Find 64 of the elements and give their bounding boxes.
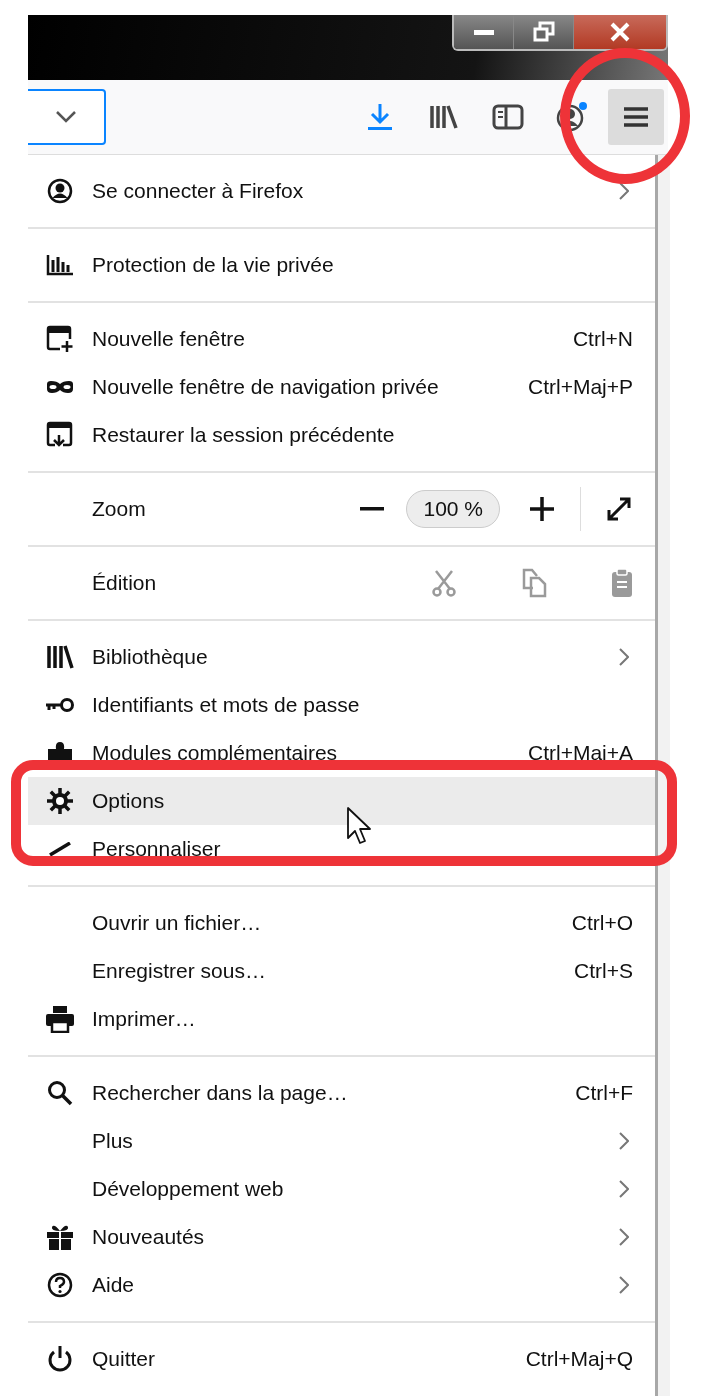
menu-item[interactable]: Nouvelle fenêtre de navigation privée Ctrl+Maj+P (28, 363, 655, 411)
help-icon (47, 1272, 73, 1298)
menu-item[interactable]: Protection de la vie privée (28, 241, 655, 289)
chevron-down-icon (55, 110, 77, 124)
menu-icon (623, 106, 649, 128)
mouse-cursor-icon (346, 806, 372, 846)
restore-icon (532, 21, 555, 43)
minimize-button[interactable] (454, 15, 514, 49)
chevron-right-icon (619, 1180, 629, 1198)
edit-label: Édition (92, 571, 157, 595)
account-icon (556, 102, 588, 132)
clipboard-icon (611, 568, 633, 598)
menu-item[interactable]: Se connecter à Firefox (28, 167, 655, 215)
menu-button[interactable] (608, 89, 664, 145)
menu-item[interactable]: Aide (28, 1261, 655, 1309)
chevron-right-icon (619, 182, 629, 200)
menu-item[interactable]: Ouvrir un fichier… Ctrl+O (28, 899, 655, 947)
menu-item[interactable]: Nouveautés (28, 1213, 655, 1261)
menu-item[interactable]: Enregistrer sous… Ctrl+S (28, 947, 655, 995)
gear-icon (46, 787, 74, 815)
zoom-reset-button[interactable]: 100 % (406, 490, 500, 528)
menu-item[interactable]: Restaurer la session précédente (28, 411, 655, 459)
menu-item[interactable]: Personnaliser (28, 825, 655, 873)
menu-item[interactable]: Imprimer… (28, 995, 655, 1043)
expand-icon (605, 495, 633, 523)
chevron-right-icon (619, 1132, 629, 1150)
menu-item[interactable]: Nouvelle fenêtre Ctrl+N (28, 315, 655, 363)
menu-item[interactable]: Rechercher dans la page… Ctrl+F (28, 1069, 655, 1117)
minus-icon (360, 507, 385, 511)
zoom-label: Zoom (92, 497, 146, 521)
chevron-right-icon (619, 648, 629, 666)
menu-item[interactable]: Développement web (28, 1165, 655, 1213)
library-icon (46, 645, 74, 669)
gift-icon (46, 1223, 74, 1251)
close-icon (609, 22, 631, 42)
menu-item[interactable]: Modules complémentaires Ctrl+Maj+A (28, 729, 655, 777)
scissors-icon (431, 569, 457, 597)
close-button[interactable] (574, 15, 666, 49)
key-icon (45, 697, 75, 713)
brush-icon (48, 842, 72, 856)
chevron-right-icon (619, 1228, 629, 1246)
menu-item[interactable]: Bibliothèque (28, 633, 655, 681)
account-icon (47, 178, 73, 204)
new-window-icon (46, 325, 74, 353)
power-icon (47, 1345, 73, 1373)
bar-chart-icon (46, 254, 74, 276)
menu-item[interactable]: Plus (28, 1117, 655, 1165)
mask-icon (46, 380, 74, 394)
download-icon (366, 102, 394, 132)
scrollbar-track[interactable] (658, 155, 670, 1396)
sidebar-icon (492, 104, 524, 130)
copy-icon (521, 568, 547, 598)
window-arrow-icon (46, 421, 74, 449)
menu-item[interactable]: Identifiants et mots de passe (28, 681, 655, 729)
library-icon (429, 104, 459, 130)
menu-item[interactable]: Quitter Ctrl+Maj+Q (28, 1335, 655, 1383)
plus-icon (530, 497, 554, 521)
url-dropdown[interactable] (28, 89, 106, 145)
printer-icon (45, 1005, 75, 1033)
chevron-right-icon (619, 1276, 629, 1294)
minimize-icon (472, 28, 495, 36)
search-icon (47, 1080, 73, 1106)
restore-button[interactable] (514, 15, 574, 49)
menu-item[interactable]: Options (28, 777, 655, 825)
